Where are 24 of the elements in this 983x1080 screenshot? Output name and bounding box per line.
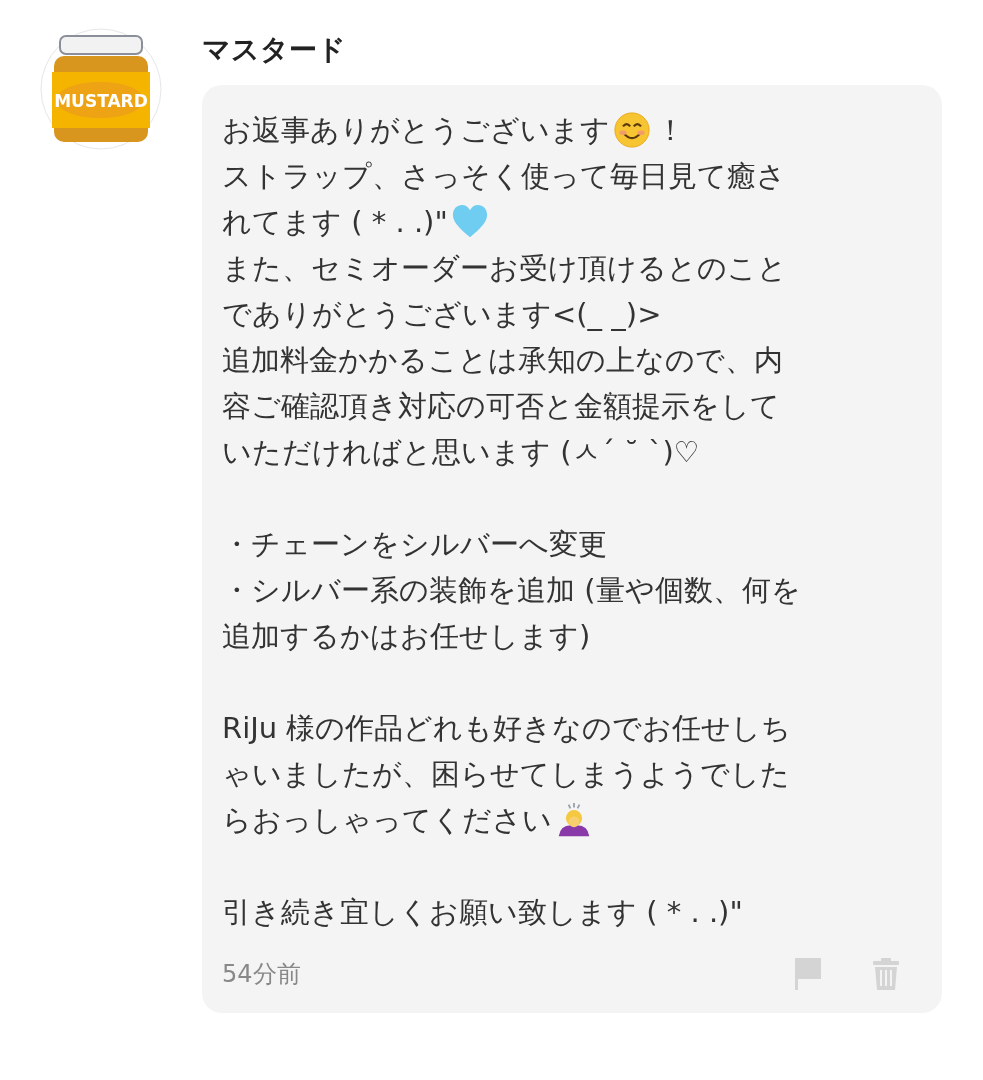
delete-icon[interactable] bbox=[872, 957, 900, 991]
message-text: ！ bbox=[656, 112, 685, 149]
message-text: らおっしゃってください bbox=[222, 802, 552, 839]
avatar-label: MUSTARD bbox=[54, 91, 148, 111]
message-text: 追加料金かかることは承知の上なので、内 bbox=[222, 342, 783, 379]
heart-icon bbox=[451, 204, 488, 240]
message-text: いただければと思います (ㅅ´ ˘ `)♡ bbox=[222, 434, 700, 471]
message-text: 容ご確認頂き対応の可否と金額提示をして bbox=[222, 388, 780, 425]
message-text: 追加するかはお任せします) bbox=[222, 618, 591, 655]
message-text: ・チェーンをシルバーへ変更 bbox=[222, 526, 607, 563]
message-text: お返事ありがとうございます bbox=[222, 112, 610, 149]
flag-icon[interactable] bbox=[794, 957, 822, 991]
message-text: また、セミオーダーお受け頂けるとのこと bbox=[222, 250, 787, 287]
message-text: でありがとうございます<(_ _)> bbox=[222, 296, 662, 333]
message-text: ストラップ、さっそく使って毎日見て癒さ bbox=[222, 158, 786, 195]
message-text: RiJu 様の作品どれも好きなのでお任せしち bbox=[222, 710, 792, 747]
timestamp: 54分前 bbox=[222, 959, 301, 990]
bowing-person-icon bbox=[556, 802, 592, 838]
message-text: 引き続き宜しくお願い致します ( * . .)" bbox=[222, 894, 743, 931]
sender-name: マスタード bbox=[202, 32, 347, 68]
smiling-face-icon bbox=[614, 112, 650, 148]
message-text: れてます ( * . .)" bbox=[222, 204, 448, 241]
message-text: ゃいましたが、困らせてしまうようでした bbox=[222, 756, 790, 793]
message-text: ・シルバー系の装飾を追加 (量や個数、何を bbox=[222, 572, 801, 609]
